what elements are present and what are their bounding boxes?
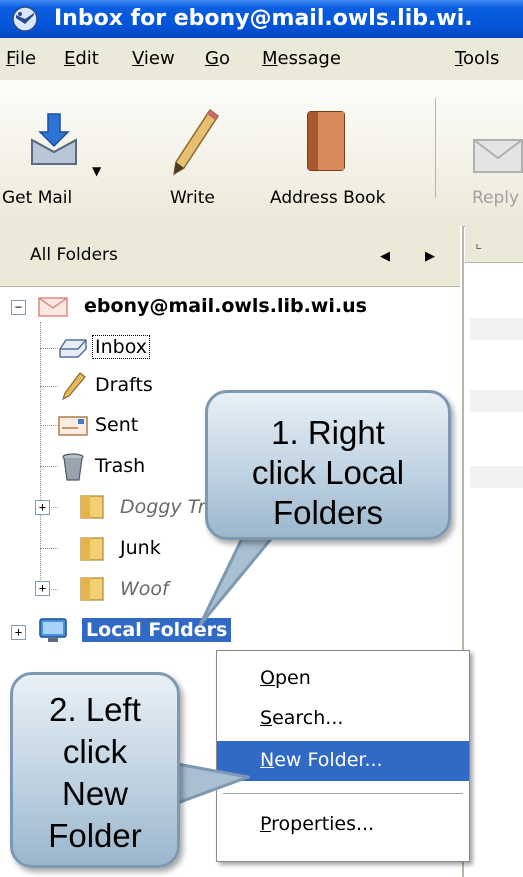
get-mail-icon	[31, 113, 77, 165]
folder-junk[interactable]: Junk	[120, 537, 161, 559]
trash-icon	[62, 453, 84, 481]
tree-line	[40, 348, 58, 349]
window-title: Inbox for ebony@mail.owls.lib.wi.	[54, 6, 473, 31]
menu-edit[interactable]: Edit	[64, 48, 99, 69]
message-list-header	[465, 226, 523, 263]
write-label: Write	[170, 188, 215, 208]
folder-woof[interactable]: Woof	[120, 578, 169, 600]
drafts-icon	[62, 372, 86, 400]
folder-icon	[80, 577, 104, 601]
menu-file[interactable]: File	[6, 48, 36, 69]
message-row	[470, 466, 523, 488]
menu-go[interactable]: Go	[205, 48, 230, 69]
reply-label: Reply	[472, 188, 520, 208]
mail-account-icon	[38, 297, 68, 317]
folder-view-label: All Folders	[30, 245, 118, 265]
callout-step-2: 2. Left click New Folder	[10, 672, 180, 868]
thunderbird-icon	[12, 6, 38, 32]
thread-column-icon[interactable]: ⌞	[475, 234, 482, 252]
expand-toggle[interactable]: +	[35, 500, 50, 515]
menu-item-open[interactable]: Open	[217, 659, 469, 699]
callout-text: 2. Left	[49, 691, 141, 728]
menu-message[interactable]: Message	[262, 48, 341, 69]
folder-icon	[80, 495, 104, 519]
computer-icon	[39, 618, 67, 642]
inbox-icon	[59, 339, 87, 358]
address-book-icon	[307, 111, 345, 171]
menu-separator	[223, 793, 463, 794]
callout-pointer	[170, 761, 250, 808]
callout-text: Folder	[48, 817, 142, 854]
tree-line	[40, 322, 41, 592]
callout-step-1: 1. Right click Local Folders	[205, 390, 451, 540]
toolbar-separator	[435, 98, 436, 198]
previous-view-icon[interactable]: ◀	[380, 249, 390, 264]
get-mail-dropdown-icon[interactable]: ▼	[92, 164, 101, 178]
message-row	[470, 318, 523, 340]
menu-view[interactable]: View	[132, 48, 175, 69]
menu-item-new-folder[interactable]: New Folder...	[217, 741, 469, 781]
collapse-toggle[interactable]: −	[11, 300, 26, 315]
expand-toggle[interactable]: +	[35, 581, 50, 596]
context-menu: Open Search... New Folder... Properties.…	[216, 650, 470, 862]
folder-icon	[80, 537, 104, 561]
folder-inbox[interactable]: Inbox	[92, 335, 150, 359]
account-name[interactable]: ebony@mail.owls.lib.wi.us	[84, 295, 367, 317]
callout-text: New	[61, 775, 129, 812]
pencil-icon	[172, 108, 220, 176]
folder-drafts[interactable]: Drafts	[95, 374, 153, 396]
address-book-label: Address Book	[270, 188, 386, 208]
menu-item-properties[interactable]: Properties...	[217, 805, 469, 845]
menu-item-search[interactable]: Search...	[217, 699, 469, 739]
tree-line	[40, 466, 58, 467]
folder-trash[interactable]: Trash	[95, 455, 145, 477]
folder-sent[interactable]: Sent	[95, 414, 138, 436]
tree-line	[40, 548, 58, 549]
expand-toggle[interactable]: +	[11, 625, 26, 640]
message-row	[470, 390, 523, 412]
menu-tools[interactable]: Tools	[455, 48, 499, 69]
callout-text: Folders	[272, 494, 384, 531]
get-mail-label: Get Mail	[2, 188, 73, 208]
callout-text: 1. Right	[271, 414, 385, 451]
reply-icon	[473, 139, 523, 173]
callout-text: click Local	[251, 454, 405, 491]
tree-line	[40, 386, 58, 387]
tree-line	[40, 425, 58, 426]
callout-text: click	[62, 733, 128, 770]
next-view-icon[interactable]: ▶	[425, 249, 435, 264]
sent-icon	[58, 416, 88, 436]
